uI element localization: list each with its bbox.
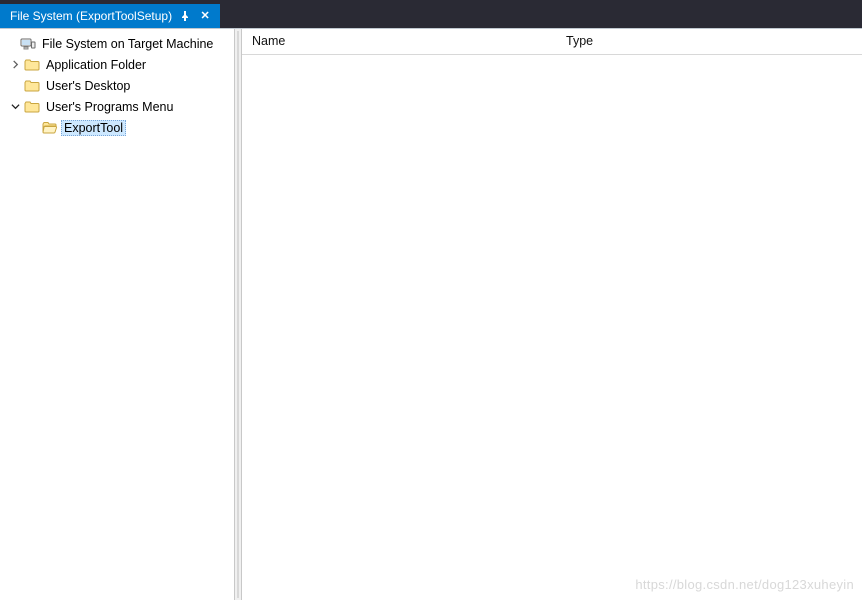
machine-icon (20, 36, 36, 52)
folder-tree: File System on Target Machine (2, 33, 232, 138)
tree-root-label: File System on Target Machine (39, 37, 216, 51)
list-body[interactable] (242, 55, 862, 600)
column-headers: Name Type (242, 29, 862, 55)
tab-title: File System (ExportToolSetup) (10, 9, 172, 23)
tree-item-label: User's Desktop (43, 79, 133, 93)
tree-item-user-programs-menu[interactable]: User's Programs Menu (2, 96, 232, 117)
folder-icon (24, 99, 40, 115)
tree-item-label: ExportTool (61, 120, 126, 136)
pin-icon[interactable] (178, 9, 192, 23)
panel-body: File System on Target Machine (0, 28, 862, 600)
folder-open-icon (42, 120, 58, 136)
tree-item-export-tool[interactable]: ExportTool (2, 117, 232, 138)
tree-item-user-desktop[interactable]: User's Desktop (2, 75, 232, 96)
chevron-right-icon[interactable] (9, 59, 21, 71)
column-header-label: Type (566, 34, 593, 48)
tree-item-application-folder[interactable]: Application Folder (2, 54, 232, 75)
folder-icon (24, 78, 40, 94)
column-header-type[interactable]: Type (556, 29, 862, 54)
tree-item-label: Application Folder (43, 58, 149, 72)
tab-strip: File System (ExportToolSetup) ✕ (0, 4, 862, 28)
window-frame: File System (ExportToolSetup) ✕ (0, 0, 862, 600)
chevron-down-icon[interactable] (9, 101, 21, 113)
expander-placeholder (9, 80, 21, 92)
expander-placeholder (5, 38, 17, 50)
close-icon[interactable]: ✕ (198, 9, 212, 23)
list-pane: Name Type (242, 29, 862, 600)
tab-file-system[interactable]: File System (ExportToolSetup) ✕ (0, 4, 220, 28)
pane-splitter[interactable] (234, 29, 242, 600)
column-header-name[interactable]: Name (242, 29, 556, 54)
column-header-label: Name (252, 34, 285, 48)
tree-pane[interactable]: File System on Target Machine (0, 29, 234, 600)
expander-placeholder (27, 122, 39, 134)
tree-item-label: User's Programs Menu (43, 100, 176, 114)
folder-icon (24, 57, 40, 73)
tree-root[interactable]: File System on Target Machine (2, 33, 232, 54)
